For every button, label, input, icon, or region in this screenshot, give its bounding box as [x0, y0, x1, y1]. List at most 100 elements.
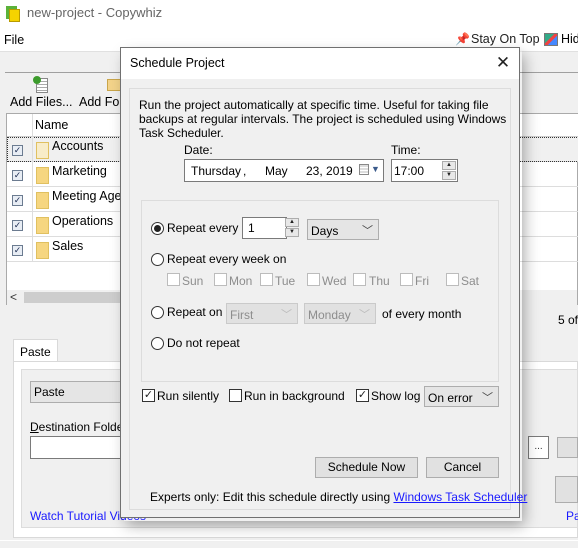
chevron-down-icon: ﹀ — [362, 225, 373, 237]
repeat-day-value: Monday — [308, 308, 351, 322]
experts-note: Experts only: Edit this schedule directl… — [150, 490, 527, 504]
add-files-label: Add Files... — [10, 95, 73, 109]
experts-text: Experts only: Edit this schedule directl… — [150, 490, 391, 504]
stay-on-top-label: Stay On Top — [471, 32, 540, 46]
dialog-title: Schedule Project — [130, 56, 225, 70]
repeat-every-radio[interactable] — [151, 222, 164, 235]
folder-icon — [36, 192, 49, 209]
window-titlebar: new-project - Copywhiz — [0, 0, 578, 28]
hide-label: Hide — [561, 32, 578, 46]
repeat-ordinal-value: First — [230, 308, 254, 322]
folder-icon — [36, 167, 49, 184]
date-separator: , — [243, 164, 247, 178]
weekday-checkbox-sun[interactable] — [167, 273, 180, 286]
do-not-repeat-label: Do not repeat — [167, 336, 240, 350]
repeat-day-dropdown[interactable]: Monday ﹀ — [304, 303, 376, 324]
right-link[interactable]: Pa — [566, 509, 578, 523]
show-log-dropdown[interactable]: On error ﹀ — [424, 386, 499, 407]
folder-icon — [36, 242, 49, 259]
run-silently-checkbox[interactable]: ✓ — [142, 389, 155, 402]
row-checkbox[interactable]: ✓ — [12, 170, 23, 181]
date-weekday[interactable]: Thursday — [191, 164, 241, 178]
dialog-titlebar: Schedule Project ✕ — [121, 48, 519, 79]
menu-file[interactable]: File — [4, 33, 24, 47]
column-header-name[interactable]: Name — [35, 118, 68, 132]
calendar-icon[interactable] — [359, 164, 369, 175]
repeat-every-label: Repeat every — [167, 221, 239, 235]
folder-icon — [36, 217, 49, 234]
pin-icon: 📌 — [455, 32, 470, 46]
row-checkbox[interactable]: ✓ — [12, 220, 23, 231]
date-label: Date: — [184, 143, 213, 157]
do-not-repeat-radio[interactable] — [151, 337, 164, 350]
date-month[interactable]: May — [265, 164, 288, 178]
chevron-down-icon: ﹀ — [359, 309, 370, 321]
row-checkbox[interactable]: ✓ — [12, 245, 23, 256]
repeat-interval-input[interactable]: 1 — [242, 217, 287, 239]
status-divider — [0, 540, 578, 541]
spin-down-icon[interactable]: ▼ — [285, 228, 299, 237]
time-label: Time: — [391, 143, 421, 157]
weekday-label: Sun — [182, 274, 204, 288]
repeat-weekly-label: Repeat every week on — [167, 252, 287, 266]
row-checkbox[interactable]: ✓ — [12, 195, 23, 206]
spin-down-icon[interactable]: ▼ — [442, 171, 456, 180]
hide-icon — [544, 32, 558, 46]
paste-mode-combo[interactable]: Paste — [30, 381, 130, 403]
add-file-icon — [33, 76, 49, 93]
weekday-checkbox-fri[interactable] — [400, 273, 413, 286]
row-name: Operations — [52, 214, 114, 228]
stay-on-top-button[interactable]: 📌 Stay On Top — [455, 32, 540, 46]
weekday-label: Sat — [461, 274, 480, 288]
repeat-weekly-radio[interactable] — [151, 253, 164, 266]
date-picker[interactable]: Thursday , May 23, 2019 ▼ — [184, 159, 384, 182]
show-log-checkbox[interactable]: ✓ — [356, 389, 369, 402]
repeat-on-label: Repeat on — [167, 305, 223, 319]
dialog-description: Run the project automatically at specifi… — [139, 98, 507, 140]
weekday-checkbox-thu[interactable] — [353, 273, 366, 286]
dropdown-arrow-icon[interactable]: ▼ — [371, 164, 380, 174]
repeat-ordinal-dropdown[interactable]: First ﹀ — [226, 303, 298, 324]
close-icon[interactable]: ✕ — [491, 52, 515, 74]
of-every-month-label: of every month — [382, 307, 462, 321]
spin-up-icon[interactable]: ▲ — [285, 218, 299, 227]
chevron-down-icon: ﹀ — [482, 392, 493, 404]
spin-up-icon[interactable]: ▲ — [442, 161, 456, 170]
row-checkbox[interactable]: ✓ — [12, 145, 23, 156]
add-files-button[interactable]: Add Files... — [10, 76, 73, 109]
date-day-year[interactable]: 23, 2019 — [306, 164, 353, 178]
destination-folder-input[interactable] — [30, 436, 130, 459]
show-log-value: On error — [428, 391, 473, 405]
weekday-label: Mon — [229, 274, 253, 288]
weekday-label: Tue — [275, 274, 296, 288]
weekday-checkbox-wed[interactable] — [307, 273, 320, 286]
repeat-unit-dropdown[interactable]: Days ﹀ — [307, 219, 379, 240]
scrollbar-thumb[interactable] — [24, 292, 124, 303]
show-log-label: Show log — [371, 389, 421, 403]
time-input[interactable]: 17:00 ▲ ▼ — [391, 159, 458, 182]
weekday-checkbox-mon[interactable] — [214, 273, 227, 286]
cancel-button[interactable]: Cancel — [426, 457, 499, 478]
time-value: 17:00 — [394, 164, 425, 178]
repeat-interval-spinner[interactable]: ▲ ▼ — [285, 218, 299, 237]
time-spinner[interactable]: ▲ ▼ — [442, 161, 456, 180]
weekday-checkbox-tue[interactable] — [260, 273, 273, 286]
side-button[interactable] — [557, 437, 578, 458]
weekday-checkbox-sat[interactable] — [446, 273, 459, 286]
item-count: 5 of — [558, 313, 578, 327]
weekday-label: Thu — [369, 274, 390, 288]
folder-icon — [36, 142, 49, 159]
run-background-checkbox[interactable] — [229, 389, 242, 402]
hide-button[interactable]: Hide — [544, 32, 578, 46]
scroll-left-icon[interactable]: < — [10, 290, 17, 304]
schedule-project-dialog: Schedule Project ✕ Run the project autom… — [120, 47, 527, 518]
run-background-label: Run in background — [244, 389, 345, 403]
browse-button[interactable]: ... — [528, 436, 549, 459]
task-scheduler-link[interactable]: Windows Task Scheduler — [393, 490, 527, 504]
weekday-label: Fri — [415, 274, 429, 288]
tab-paste[interactable]: Paste — [13, 339, 58, 362]
paste-action-button[interactable] — [555, 476, 578, 503]
schedule-now-button[interactable]: Schedule Now — [315, 457, 418, 478]
repeat-monthly-radio[interactable] — [151, 306, 164, 319]
chevron-down-icon: ﹀ — [281, 309, 292, 321]
